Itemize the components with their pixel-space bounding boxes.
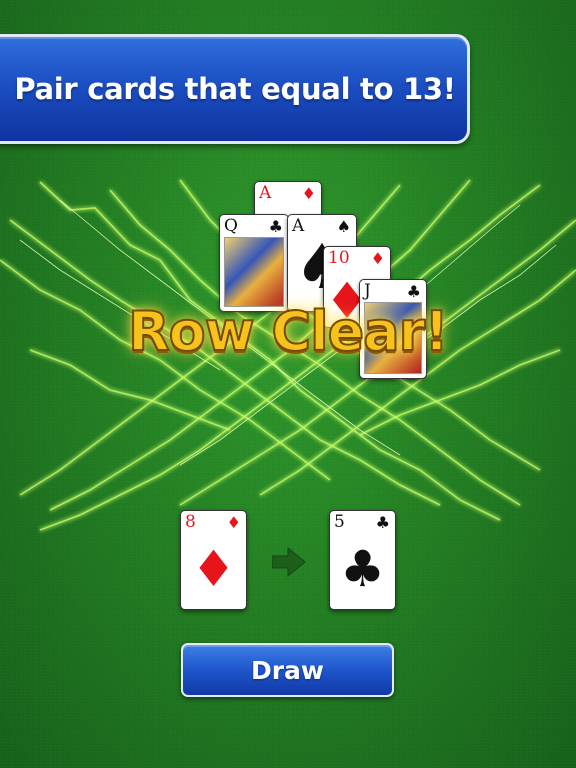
- card-rank: 10: [328, 248, 350, 268]
- banner-text: Pair cards that equal to 13!: [14, 72, 456, 106]
- card-rank: J: [364, 281, 371, 301]
- diamond-icon: ♦: [301, 184, 316, 203]
- diamond-icon: ♦: [226, 513, 241, 532]
- club-icon: ♣: [268, 217, 283, 236]
- row-clear-text: Row Clear!: [127, 299, 450, 364]
- diamond-icon: ♦: [191, 540, 236, 598]
- card-rank: 8: [185, 512, 196, 532]
- pyramid-card-queen-clubs: Q ♣: [219, 214, 289, 312]
- waste-card-eight-diamonds[interactable]: 8 ♦ ♦: [180, 510, 247, 610]
- arrow-right-icon: [272, 547, 306, 577]
- queen-face-art: [224, 237, 284, 307]
- card-rank: Q: [224, 216, 238, 236]
- club-icon: ♣: [340, 540, 385, 598]
- club-icon: ♣: [375, 513, 390, 532]
- instruction-banner: Pair cards that equal to 13!: [0, 34, 470, 144]
- card-rank: 5: [334, 512, 345, 532]
- stock-card-five-clubs[interactable]: 5 ♣ ♣: [329, 510, 396, 610]
- club-icon: ♣: [406, 282, 421, 301]
- draw-button[interactable]: Draw: [181, 643, 394, 697]
- diamond-icon: ♦: [370, 249, 385, 268]
- card-rank: A: [259, 183, 272, 203]
